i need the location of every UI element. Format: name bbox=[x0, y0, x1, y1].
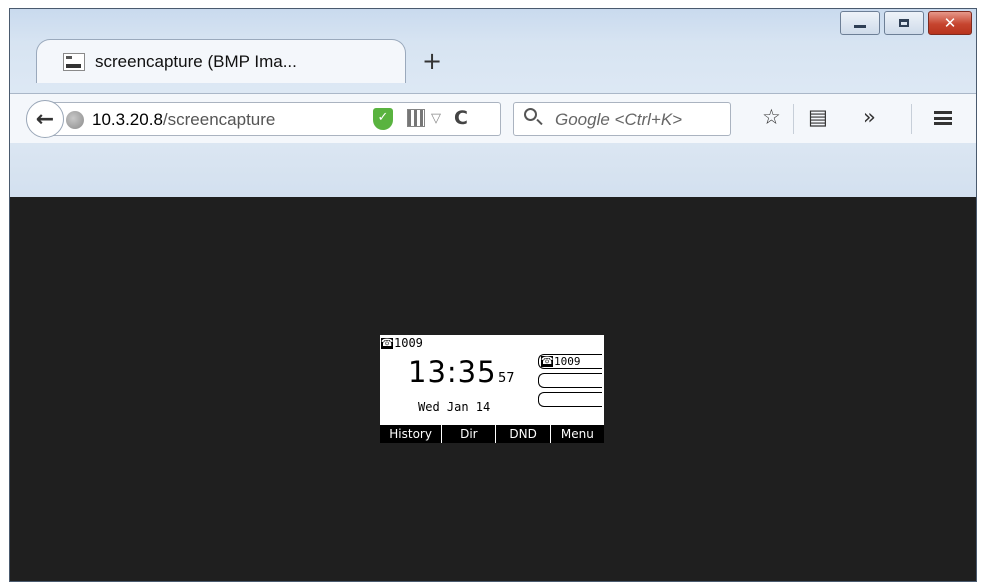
phone-icon: ☎ bbox=[381, 337, 394, 349]
title-bar: ✕ screencapture (BMP Ima... + bbox=[10, 9, 976, 93]
close-button[interactable]: ✕ bbox=[928, 11, 972, 35]
line-keys: ☎ 1009 bbox=[538, 354, 602, 411]
minimize-button[interactable] bbox=[840, 11, 880, 35]
bookmarks-toolbar bbox=[10, 143, 976, 198]
window-controls: ✕ bbox=[840, 11, 972, 35]
page-content: ☎ 1009 13:35 57 Wed Jan 14 ☎ 1009 History… bbox=[10, 197, 976, 581]
shield-icon[interactable]: ✓ bbox=[373, 108, 393, 130]
clock-date: Wed Jan 14 bbox=[418, 400, 491, 414]
softkey-dnd: DND bbox=[495, 425, 549, 443]
bookmark-star-icon[interactable]: ☆ bbox=[762, 107, 781, 128]
close-icon: ✕ bbox=[943, 13, 957, 32]
navigation-toolbar: ← 10.3.20.8/screencapture ✓ ▽ C Google <… bbox=[10, 93, 976, 144]
site-identity-icon[interactable] bbox=[66, 111, 84, 129]
toolbar-separator bbox=[793, 104, 794, 134]
bmp-image-icon bbox=[63, 53, 85, 71]
maximize-button[interactable] bbox=[884, 11, 924, 35]
line-key bbox=[538, 373, 602, 388]
line-key: ☎ 1009 bbox=[538, 354, 602, 369]
url-text[interactable]: 10.3.20.8/screencapture bbox=[92, 110, 275, 130]
browser-window: ✕ screencapture (BMP Ima... + ← 10.3.20.… bbox=[9, 8, 977, 582]
overflow-icon[interactable]: » bbox=[863, 107, 876, 128]
line-key-label: 1009 bbox=[554, 355, 581, 368]
menu-icon[interactable] bbox=[934, 111, 952, 125]
phone-icon: ☎ bbox=[541, 356, 554, 367]
browser-tab[interactable]: screencapture (BMP Ima... bbox=[36, 39, 406, 83]
url-path: /screencapture bbox=[162, 110, 276, 129]
reload-icon[interactable]: C bbox=[454, 107, 468, 129]
maximize-icon bbox=[899, 19, 909, 27]
clock-time: 13:35 bbox=[408, 355, 497, 389]
minimize-icon bbox=[854, 24, 866, 28]
softkey-dir: Dir bbox=[441, 425, 495, 443]
qr-code-icon[interactable] bbox=[407, 109, 425, 127]
tab-title: screencapture (BMP Ima... bbox=[95, 52, 297, 71]
phone-status-bar: ☎ 1009 bbox=[381, 336, 423, 350]
url-host: 10.3.20.8 bbox=[92, 110, 163, 129]
search-icon bbox=[524, 108, 537, 121]
softkey-history: History bbox=[389, 427, 432, 441]
reading-list-icon[interactable]: ▤ bbox=[808, 107, 828, 128]
toolbar-separator bbox=[911, 104, 912, 134]
new-tab-button[interactable]: + bbox=[422, 49, 442, 73]
account-number: 1009 bbox=[394, 336, 423, 350]
search-placeholder: Google <Ctrl+K> bbox=[555, 110, 683, 129]
softkey-bar: History Dir DND Menu bbox=[380, 425, 604, 443]
clock-seconds: 57 bbox=[498, 371, 515, 386]
line-key bbox=[538, 392, 602, 407]
back-arrow-icon: ← bbox=[35, 106, 55, 132]
history-dropdown-icon[interactable]: ▽ bbox=[431, 111, 441, 126]
phone-screen-image: ☎ 1009 13:35 57 Wed Jan 14 ☎ 1009 History… bbox=[380, 335, 604, 443]
back-button[interactable]: ← bbox=[26, 100, 64, 138]
softkey-menu: Menu bbox=[549, 425, 604, 443]
